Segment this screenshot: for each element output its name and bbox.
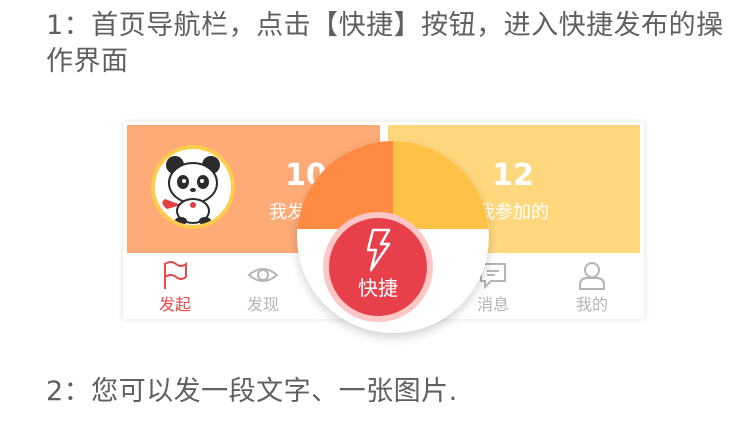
quick-button-label: 快捷: [358, 276, 398, 300]
step-1-instruction: 1：首页导航栏，点击【快捷】按钮，进入快捷发布的操作界面: [46, 10, 724, 77]
app-screenshot: 10 我发起的 12 我参加的 发起 发现 消息: [123, 122, 644, 333]
tab-mine-label: 我的: [575, 295, 608, 314]
step-2-instruction: 2：您可以发一段文字、一张图片.: [46, 376, 458, 407]
flag-icon: [164, 261, 187, 289]
panda-avatar[interactable]: [151, 145, 235, 229]
user-icon: [579, 262, 605, 290]
eye-icon: [247, 268, 279, 282]
tab-publish[interactable]: 发起: [135, 253, 215, 319]
quick-button-inner[interactable]: 快捷: [329, 218, 427, 316]
tab-publish-label: 发起: [158, 295, 191, 314]
tab-discover[interactable]: 发现: [223, 253, 303, 319]
highlight-right-slice: [393, 141, 489, 229]
quick-button[interactable]: 快捷: [323, 212, 433, 322]
lightning-icon: [366, 228, 391, 272]
tab-discover-label: 发现: [246, 295, 279, 314]
tab-mine[interactable]: 我的: [552, 253, 632, 319]
